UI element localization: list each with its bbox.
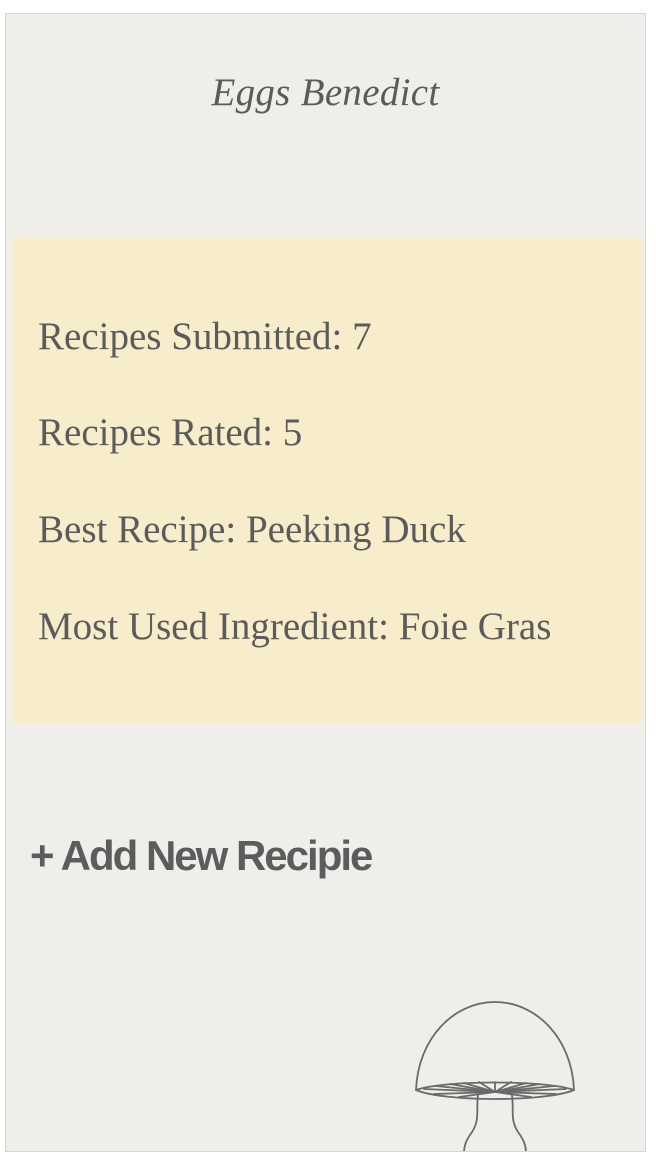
recipes-submitted-stat: Recipes Submitted: 7 <box>38 315 372 358</box>
add-new-recipe-button[interactable]: + Add New Recipie <box>30 832 373 880</box>
most-used-ingredient-stat: Most Used Ingredient: Foie Gras <box>38 605 552 648</box>
mushroom-icon <box>415 1001 575 1151</box>
stats-card: Recipes Submitted: 7 Recipes Rated: 5 Be… <box>12 238 641 723</box>
recipes-rated-stat: Recipes Rated: 5 <box>38 411 303 454</box>
profile-panel: Eggs Benedict Recipes Submitted: 7 Recip… <box>5 13 646 1152</box>
page-title: Eggs Benedict <box>211 71 440 114</box>
best-recipe-stat: Best Recipe: Peeking Duck <box>38 508 466 551</box>
